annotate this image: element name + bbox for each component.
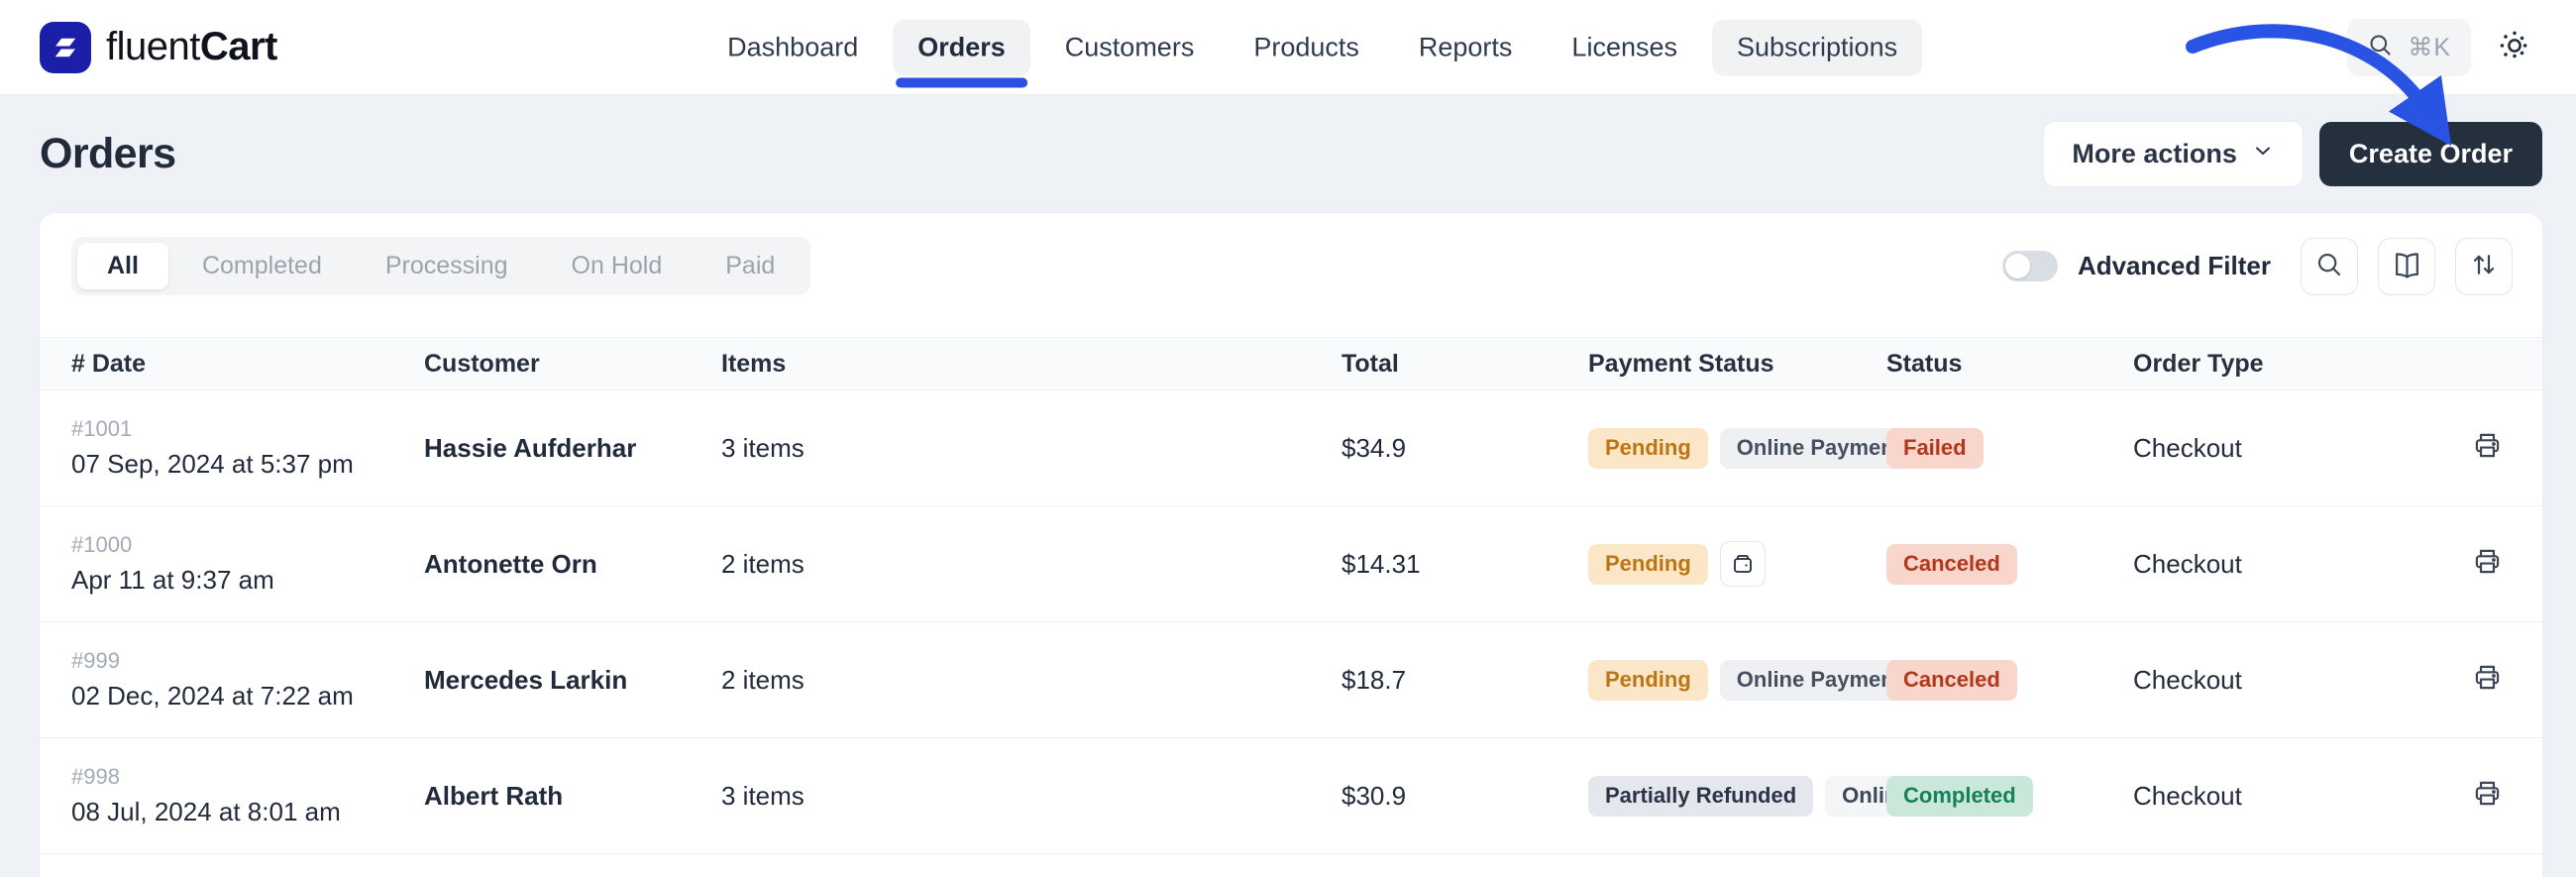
fluentcart-logo-icon xyxy=(40,21,91,73)
advanced-filter-toggle[interactable] xyxy=(2001,251,2058,281)
wallet-icon xyxy=(1719,541,1766,587)
col-date[interactable]: # Date xyxy=(40,337,424,390)
status-badge: Completed xyxy=(1886,775,2033,817)
nav-item-orders[interactable]: Orders xyxy=(893,19,1030,87)
global-search-button[interactable]: ⌘K xyxy=(2347,18,2471,76)
status-badge: Canceled xyxy=(1886,543,2017,585)
order-type: Checkout xyxy=(2133,664,2242,695)
order-date: 08 Jul, 2024 at 8:01 am xyxy=(71,797,341,826)
search-icon xyxy=(2314,250,2344,282)
order-type: Checkout xyxy=(2133,432,2242,463)
col-total[interactable]: Total xyxy=(1342,337,1588,390)
more-actions-button[interactable]: More actions xyxy=(2043,121,2304,187)
payment-badges: Pending Online Payment xyxy=(1588,427,1919,469)
status-badge: Failed xyxy=(1886,427,1984,469)
customer-name[interactable]: Hassie Aufderhar xyxy=(424,433,636,463)
items-count: 3 items xyxy=(721,432,805,463)
payment-badge: Pending xyxy=(1588,543,1708,585)
order-type: Checkout xyxy=(2133,780,2242,811)
filter-tab-on-hold[interactable]: On Hold xyxy=(542,243,693,289)
table-search-button[interactable] xyxy=(2301,237,2358,295)
filter-tab-processing[interactable]: Processing xyxy=(356,243,538,289)
filter-tab-paid[interactable]: Paid xyxy=(696,243,805,289)
brand-name: fluentCart xyxy=(106,25,277,68)
col-actions xyxy=(2472,337,2542,390)
print-order-button[interactable] xyxy=(2472,546,2503,577)
col-status[interactable]: Status xyxy=(1886,337,2133,390)
filter-tab-completed[interactable]: Completed xyxy=(172,243,352,289)
orders-toolbar: All Completed Processing On Hold Paid Advanc… xyxy=(40,213,2542,337)
brand-logo[interactable]: fluentCart xyxy=(40,21,277,73)
order-id: #1001 xyxy=(71,416,133,441)
advanced-filter-label: Advanced Filter xyxy=(2077,251,2271,280)
book-icon xyxy=(2392,250,2422,283)
sort-button[interactable] xyxy=(2455,237,2513,295)
order-type: Checkout xyxy=(2133,548,2242,579)
table-row[interactable]: #999 02 Dec, 2024 at 7:22 am Mercedes Lark… xyxy=(40,621,2542,738)
payment-badge: Pending xyxy=(1588,427,1708,469)
order-total: $34.9 xyxy=(1342,432,1407,463)
order-date: 07 Sep, 2024 at 5:37 pm xyxy=(71,449,354,479)
order-date: 02 Dec, 2024 at 7:22 am xyxy=(71,681,354,711)
order-id: #999 xyxy=(71,648,120,673)
print-order-button[interactable] xyxy=(2472,430,2503,461)
page-header: Orders More actions Create Order xyxy=(0,121,2576,187)
customer-name[interactable]: Albert Rath xyxy=(424,781,563,811)
order-total: $14.31 xyxy=(1342,548,1421,579)
customer-name[interactable]: Antonette Orn xyxy=(424,549,597,579)
chevron-down-icon xyxy=(2251,139,2275,169)
columns-view-button[interactable] xyxy=(2378,237,2435,295)
payment-badges: Pending Online Payment xyxy=(1588,659,1919,701)
table-header-row: # Date Customer Items Total Payment Stat… xyxy=(40,337,2542,390)
nav-item-reports[interactable]: Reports xyxy=(1394,19,1538,75)
page-title: Orders xyxy=(40,130,176,177)
payment-badges: Pending xyxy=(1588,541,1886,587)
order-id: #1000 xyxy=(71,532,133,557)
order-date: Apr 11 at 9:37 am xyxy=(71,565,274,595)
topbar-right: ⌘K xyxy=(2347,18,2530,76)
order-total: $30.9 xyxy=(1342,780,1407,811)
main-nav: Dashboard Orders Customers Products Reports L… xyxy=(702,19,1923,87)
nav-item-products[interactable]: Products xyxy=(1229,19,1384,75)
nav-item-subscriptions[interactable]: Subscriptions xyxy=(1712,19,1923,75)
nav-item-dashboard[interactable]: Dashboard xyxy=(702,19,883,75)
print-order-button[interactable] xyxy=(2472,662,2503,693)
filter-tab-all[interactable]: All xyxy=(77,243,168,289)
search-shortcut-label: ⌘K xyxy=(2408,33,2451,61)
items-count: 3 items xyxy=(721,780,805,811)
top-bar: fluentCart Dashboard Orders Customers Produ… xyxy=(0,0,2576,95)
col-order-type[interactable]: Order Type xyxy=(2133,337,2472,390)
page-actions: More actions Create Order xyxy=(2043,121,2542,187)
print-order-button[interactable] xyxy=(2472,778,2503,809)
table-row[interactable]: #998 08 Jul, 2024 at 8:01 am Albert Rath 3 … xyxy=(40,737,2542,854)
col-payment-status[interactable]: Payment Status xyxy=(1588,337,1886,390)
payment-badge: Pending xyxy=(1588,659,1708,701)
theme-toggle-button[interactable] xyxy=(2499,30,2530,64)
status-filter-tabs: All Completed Processing On Hold Paid xyxy=(71,237,811,295)
search-icon xyxy=(2367,32,2394,63)
nav-item-customers[interactable]: Customers xyxy=(1040,19,1220,75)
orders-card: All Completed Processing On Hold Paid Advanc… xyxy=(40,213,2542,877)
table-row[interactable]: #1000 Apr 11 at 9:37 am Antonette Orn 2 ite… xyxy=(40,505,2542,622)
order-total: $18.7 xyxy=(1342,664,1407,695)
payment-badge: Partially Refunded xyxy=(1588,775,1814,817)
nav-item-licenses[interactable]: Licenses xyxy=(1547,19,1702,75)
items-count: 2 items xyxy=(721,548,805,579)
create-order-button[interactable]: Create Order xyxy=(2318,122,2542,186)
orders-table-body: #1001 07 Sep, 2024 at 5:37 pm Hassie Aufde… xyxy=(40,389,2542,854)
table-row[interactable]: #1001 07 Sep, 2024 at 5:37 pm Hassie Aufde… xyxy=(40,389,2542,506)
toggle-knob xyxy=(2004,254,2030,278)
toolbar-right: Advanced Filter xyxy=(2001,237,2513,295)
orders-table: # Date Customer Items Total Payment Stat… xyxy=(40,337,2542,854)
col-customer[interactable]: Customer xyxy=(424,337,721,390)
order-id: #998 xyxy=(71,764,120,789)
sort-arrows-icon xyxy=(2469,250,2499,282)
sun-icon xyxy=(2499,30,2530,64)
customer-name[interactable]: Mercedes Larkin xyxy=(424,665,627,695)
status-badge: Canceled xyxy=(1886,659,2017,701)
payment-badges: Partially Refunded Online xyxy=(1588,775,1927,817)
col-items[interactable]: Items xyxy=(721,337,1342,390)
items-count: 2 items xyxy=(721,664,805,695)
